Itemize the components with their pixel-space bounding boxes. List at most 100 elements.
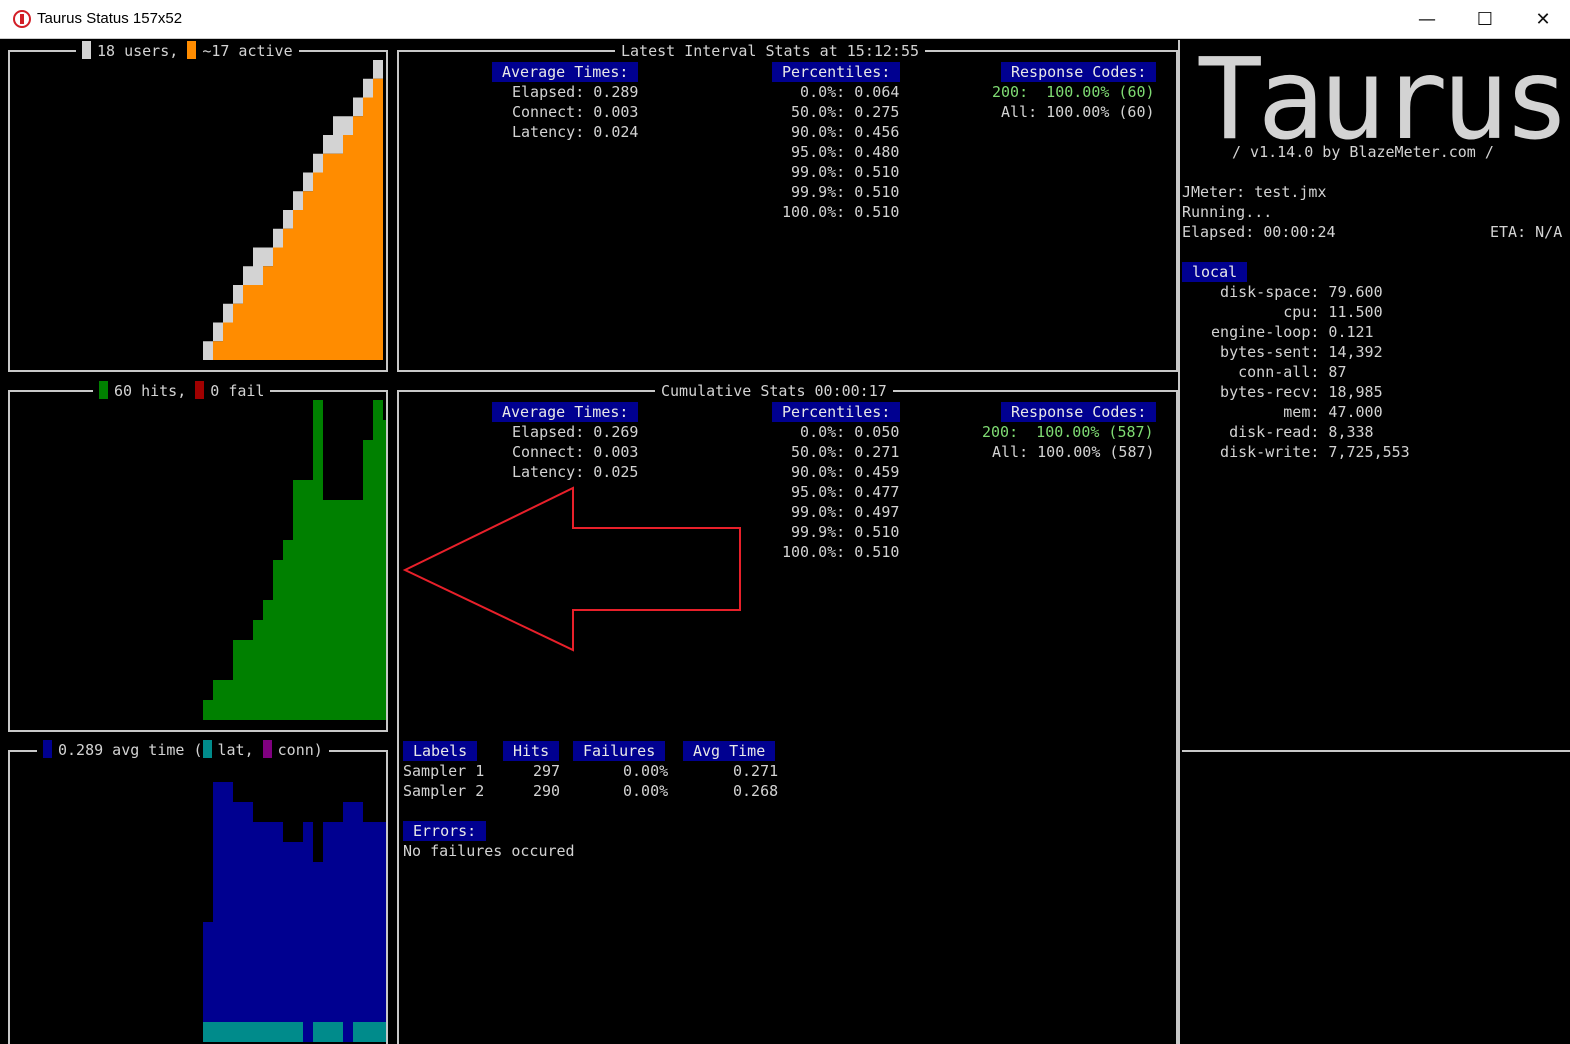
metric-disk-space: disk-space: 79.600 <box>1202 283 1383 301</box>
latest-pct-row: 50.0%: 0.275 <box>782 103 900 121</box>
maximize-button[interactable]: ☐ <box>1456 0 1514 39</box>
avg-time-bar <box>223 782 233 1042</box>
avg-time-bar <box>263 822 273 1042</box>
hits-bar <box>313 400 323 720</box>
cum-elapsed: Elapsed: 0.269 <box>512 423 639 441</box>
latency-bar <box>243 1022 253 1042</box>
hits-bar <box>223 680 233 720</box>
table-row-hits: 290 <box>533 782 561 800</box>
latency-bar <box>253 1022 263 1042</box>
avg-time-bar <box>373 822 383 1042</box>
table-row-label: Sampler 2 <box>403 782 485 800</box>
users-bar <box>213 322 223 342</box>
local-header: local <box>1182 262 1248 282</box>
hits-chart <box>203 400 386 720</box>
latest-rc-all: All: 100.00% (60) <box>1001 103 1155 121</box>
table-row-failures: 0.00% <box>623 762 669 780</box>
avg-time-bar <box>383 822 386 1042</box>
avg-time-bar <box>313 862 323 1042</box>
latest-pct-row: 95.0%: 0.480 <box>782 143 900 161</box>
avg-time-bar <box>233 802 243 1042</box>
status-line: Running... <box>1182 203 1273 221</box>
side-separator <box>1182 750 1570 752</box>
cum-pct-row: 90.0%: 0.459 <box>782 463 900 481</box>
cum-avg-times-header: Average Times: <box>492 402 639 422</box>
active-bar <box>223 322 233 360</box>
cum-percentiles-header: Percentiles: <box>772 402 901 422</box>
minimize-button[interactable]: — <box>1398 0 1456 39</box>
cum-rc-200: 200: 100.00% (587) <box>982 423 1154 441</box>
taurus-app-icon <box>13 10 31 28</box>
users-bar <box>233 285 243 304</box>
active-bar <box>213 341 223 360</box>
close-button[interactable]: ✕ <box>1514 0 1570 39</box>
hits-bar <box>303 480 313 720</box>
errors-header: Errors: <box>403 821 487 841</box>
latency-bar <box>233 1022 243 1042</box>
hits-bar <box>343 500 353 720</box>
cum-rc-all: All: 100.00% (587) <box>992 443 1155 461</box>
hits-bar <box>213 680 223 720</box>
jmeter-line: JMeter: test.jmx <box>1182 183 1327 201</box>
elapsed-line: Elapsed: 00:00:24 <box>1182 223 1336 241</box>
hits-bar <box>253 620 263 720</box>
latency-bar <box>283 1022 293 1042</box>
cum-pct-row: 50.0%: 0.271 <box>782 443 900 461</box>
latency-bar <box>263 1022 273 1042</box>
users-bar <box>303 172 313 192</box>
latest-percentiles-header: Percentiles: <box>772 62 901 82</box>
latest-elapsed: Elapsed: 0.289 <box>512 83 639 101</box>
avg-time-chart <box>203 782 386 1042</box>
active-bar <box>243 285 253 360</box>
metric-engine-loop: engine-loop: 0.121 <box>1202 323 1374 341</box>
hits-header: Hits <box>503 741 560 761</box>
hits-bar <box>323 500 333 720</box>
latest-connect: Connect: 0.003 <box>512 103 639 121</box>
avg-time-bar <box>273 822 283 1042</box>
avg-time-bar <box>243 802 253 1042</box>
window-titlebar: Taurus Status 157x52 — ☐ ✕ <box>0 0 1570 39</box>
metric-disk-read: disk-read: 8,338 <box>1202 423 1374 441</box>
active-bar <box>273 247 283 360</box>
avg-time-bar <box>293 842 303 1042</box>
users-bar <box>363 78 373 98</box>
active-bar <box>253 285 263 360</box>
cum-pct-row: 99.0%: 0.497 <box>782 503 900 521</box>
avg-time-bar <box>323 822 333 1042</box>
metric-bytes-sent: bytes-sent: 14,392 <box>1202 343 1383 361</box>
users-bar <box>283 210 293 229</box>
active-bar <box>233 303 243 360</box>
active-bar <box>303 191 313 360</box>
terminal-area: 18 users, ~17 active Latest Interval Sta… <box>0 40 1570 1044</box>
avg-time-header: Avg Time <box>683 741 776 761</box>
users-bar <box>353 97 363 117</box>
hits-bar <box>243 640 253 720</box>
latest-pct-row: 99.0%: 0.510 <box>782 163 900 181</box>
users-bar <box>223 303 233 323</box>
cum-latency: Latency: 0.025 <box>512 463 639 481</box>
latest-response-codes-header: Response Codes: <box>1001 62 1157 82</box>
latest-pct-row: 0.0%: 0.064 <box>782 83 900 101</box>
window-title: Taurus Status 157x52 <box>37 10 183 27</box>
metric-cpu: cpu: 11.500 <box>1202 303 1383 321</box>
hits-bar <box>233 640 243 720</box>
latency-bar <box>223 1022 233 1042</box>
avg-time-bar <box>333 822 343 1042</box>
cum-response-codes-header: Response Codes: <box>1001 402 1157 422</box>
latency-bar <box>363 1022 373 1042</box>
cum-pct-row: 95.0%: 0.477 <box>782 483 900 501</box>
errors-text: No failures occured <box>403 842 575 860</box>
avg-time-bar <box>343 802 353 1042</box>
hits-bar <box>353 500 363 720</box>
latest-pct-row: 99.9%: 0.510 <box>782 183 900 201</box>
users-bar <box>333 116 343 154</box>
active-bar <box>333 153 343 360</box>
active-bar <box>323 153 333 360</box>
active-bar <box>293 210 303 360</box>
latency-bar <box>213 1022 223 1042</box>
latency-bar <box>313 1022 323 1042</box>
cum-pct-row: 0.0%: 0.050 <box>782 423 900 441</box>
latest-pct-row: 90.0%: 0.456 <box>782 123 900 141</box>
taurus-logo: Taurus <box>1196 35 1570 165</box>
users-bar <box>373 60 383 79</box>
